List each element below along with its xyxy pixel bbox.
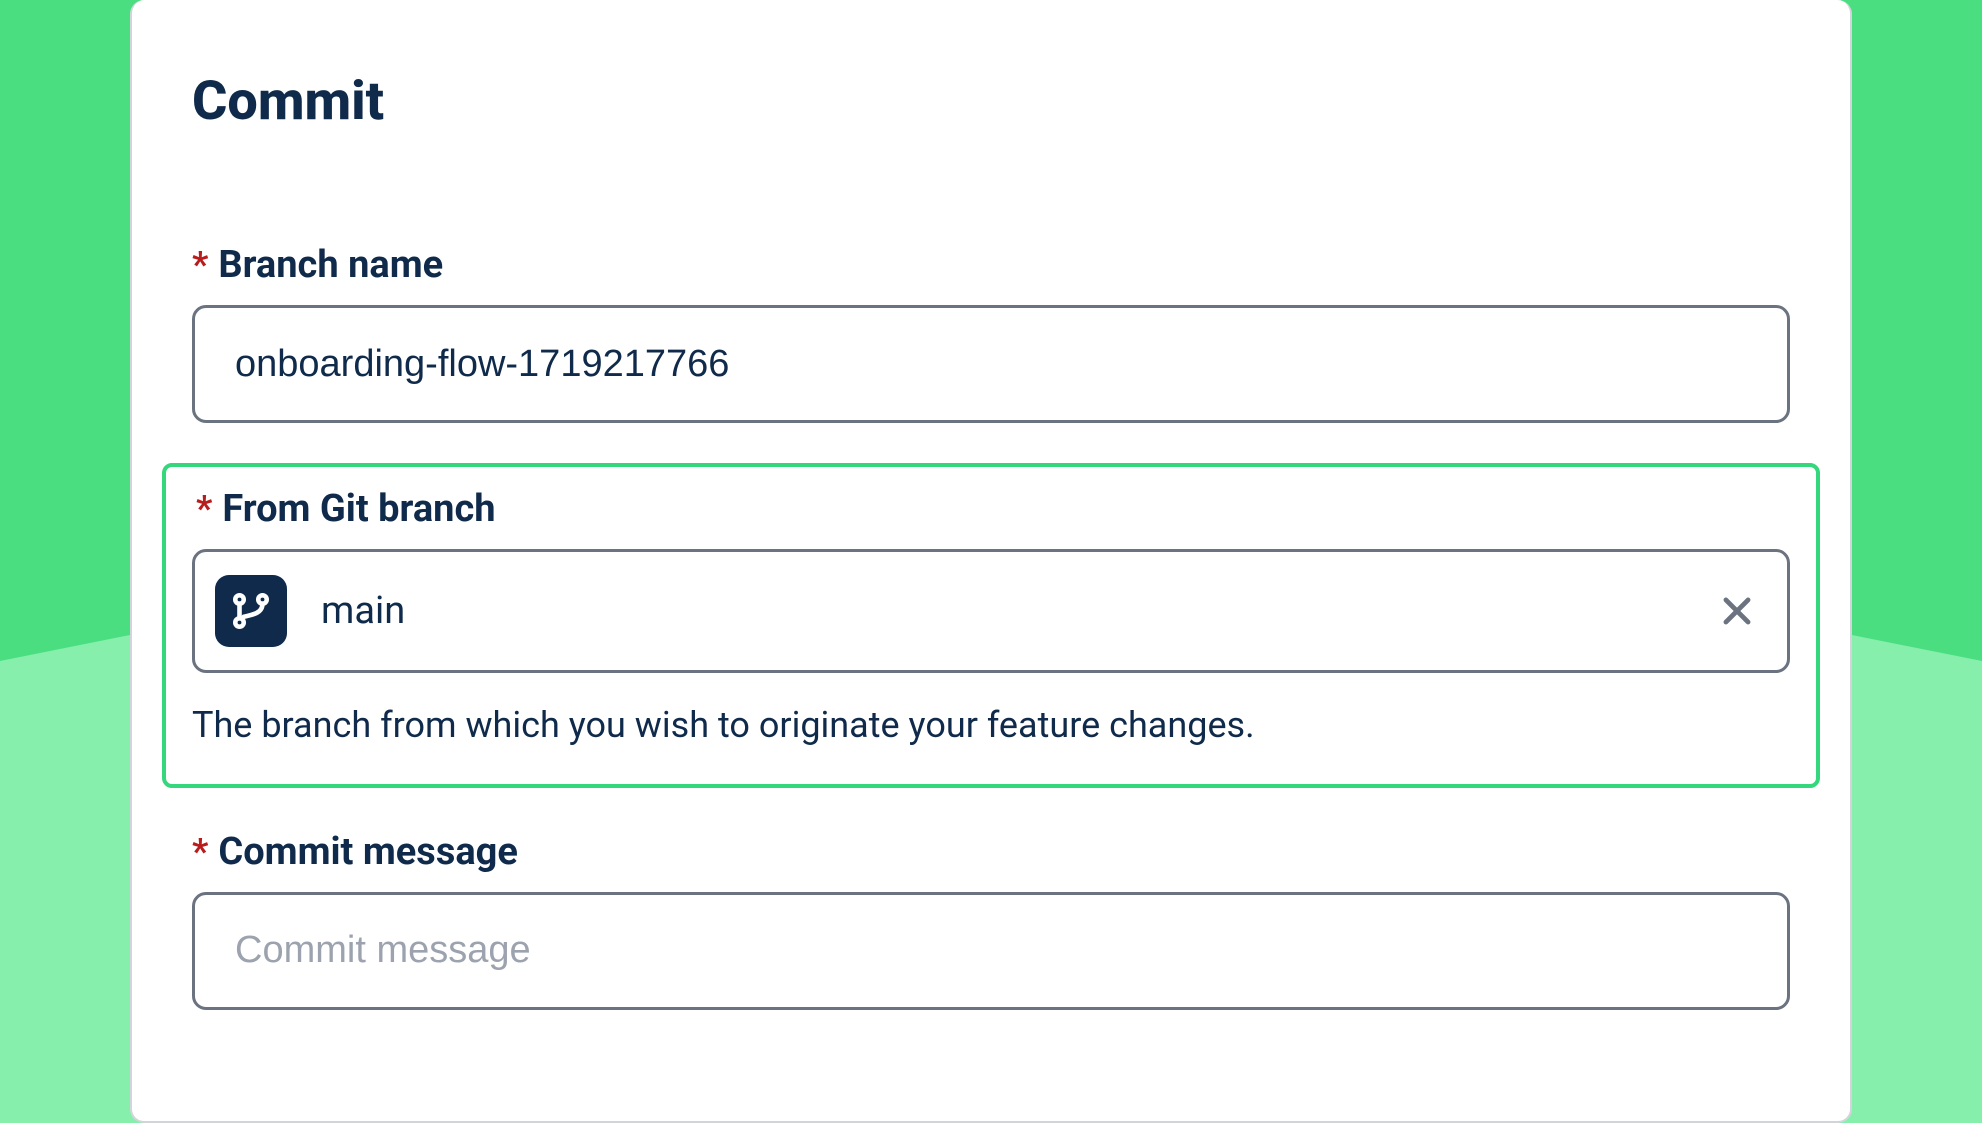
commit-message-input[interactable]: [192, 892, 1790, 1010]
branch-name-input[interactable]: [192, 305, 1790, 423]
branch-name-field: * Branch name: [192, 243, 1790, 423]
commit-message-field: * Commit message: [192, 830, 1790, 1010]
branch-name-label-text: Branch name: [218, 243, 443, 287]
commit-panel: Commit * Branch name * From Git branch: [130, 0, 1852, 1123]
required-asterisk: *: [196, 488, 212, 530]
from-git-branch-value: main: [321, 589, 1715, 633]
required-asterisk: *: [192, 244, 208, 286]
branch-name-label: * Branch name: [192, 243, 1790, 287]
commit-message-label: * Commit message: [192, 830, 1790, 874]
clear-icon[interactable]: [1715, 589, 1759, 633]
from-git-branch-label-text: From Git branch: [222, 487, 495, 531]
commit-message-label-text: Commit message: [218, 830, 518, 874]
panel-title: Commit: [192, 70, 1790, 133]
from-git-branch-highlight: * From Git branch main The: [162, 463, 1820, 788]
from-git-branch-help: The branch from which you wish to origin…: [192, 701, 1790, 750]
required-asterisk: *: [192, 831, 208, 873]
git-branch-icon: [215, 575, 287, 647]
from-git-branch-label: * From Git branch: [196, 487, 1790, 531]
from-git-branch-select[interactable]: main: [192, 549, 1790, 673]
